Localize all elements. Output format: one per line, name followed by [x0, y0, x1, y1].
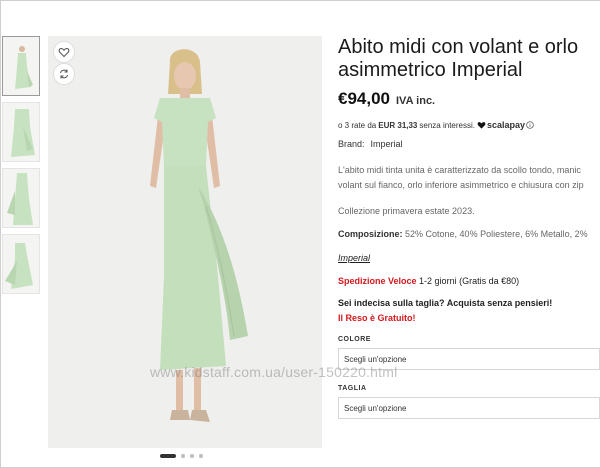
- composition-row: Composizione: 52% Cotone, 40% Poliestere…: [338, 229, 600, 239]
- product-title: Abito midi con volant e orlo asimmetrico…: [338, 36, 600, 82]
- scalapay-logo[interactable]: scalapay: [477, 120, 534, 130]
- fast-shipping-detail: 1-2 giorni (Gratis da €80): [419, 276, 520, 286]
- size-select[interactable]: Scegli un'opzione: [338, 397, 600, 419]
- composition-label: Composizione:: [338, 229, 403, 239]
- brand-row: Brand: Imperial: [338, 139, 600, 149]
- composition-value: 52% Cotone, 40% Poliestere, 6% Metallo, …: [405, 229, 588, 239]
- price-row: €94,00 IVA inc.: [338, 89, 600, 109]
- color-select-value: Scegli un'opzione: [344, 354, 407, 364]
- product-title-line2: asimmetrico Imperial: [338, 59, 523, 81]
- product-title-line1: Abito midi con volant e orlo: [338, 36, 579, 58]
- fast-shipping-label: Spedizione Veloce: [338, 276, 417, 286]
- product-price: €94,00: [338, 89, 390, 108]
- size-doubt-text: Sei indecisa sulla taglia? Acquista senz…: [338, 298, 553, 308]
- thumbnail-strip: [2, 36, 42, 300]
- brand-link[interactable]: Imperial: [338, 253, 600, 263]
- brand-label: Brand:: [338, 139, 365, 149]
- thumbnail-3[interactable]: [2, 168, 40, 228]
- thumbnail-1[interactable]: [2, 36, 40, 96]
- gallery-dot-2[interactable]: [181, 454, 185, 458]
- gallery-dot-1[interactable]: [160, 454, 176, 458]
- heart-filled-icon: [477, 122, 486, 129]
- collection-text: Collezione primavera estate 2023.: [338, 206, 475, 216]
- size-select-value: Scegli un'opzione: [344, 403, 407, 413]
- size-label: TAGLIA: [338, 385, 367, 392]
- description-line1: L'abito midi tinta unita è caratterizzat…: [338, 165, 581, 175]
- free-return-text: Il Reso è Gratuito!: [338, 313, 416, 323]
- color-select[interactable]: Scegli un'opzione: [338, 348, 600, 370]
- description-line2: volant sul fianco, orlo inferiore asimme…: [338, 180, 584, 190]
- rate-suffix: senza interessi.: [419, 120, 475, 130]
- wishlist-button[interactable]: [53, 41, 75, 63]
- vat-label: IVA inc.: [396, 95, 436, 107]
- color-label: COLORE: [338, 336, 371, 343]
- scalapay-label: scalapay: [486, 120, 526, 130]
- shipping-info: Spedizione Veloce 1-2 giorni (Gratis da …: [338, 276, 600, 286]
- thumbnail-2[interactable]: [2, 102, 40, 162]
- installment-info: o 3 rate da EUR 31,33 senza interessi. s…: [338, 120, 600, 130]
- product-info: Abito midi con volant e orlo asimmetrico…: [338, 36, 600, 419]
- compare-button[interactable]: [53, 63, 75, 85]
- gallery-dot-4[interactable]: [199, 454, 203, 458]
- info-icon[interactable]: [526, 121, 534, 129]
- heart-icon: [58, 47, 70, 58]
- product-description: L'abito midi tinta unita è caratterizzat…: [338, 163, 600, 193]
- model-photo: [48, 36, 322, 448]
- product-main-image[interactable]: [48, 36, 322, 448]
- refresh-icon: [60, 69, 68, 79]
- thumbnail-4[interactable]: [2, 234, 40, 294]
- rate-prefix: o 3 rate da: [338, 120, 377, 130]
- rate-amount: EUR 31,33: [378, 120, 418, 130]
- brand-value: Imperial: [370, 139, 403, 149]
- gallery-pagination: [160, 454, 203, 458]
- gallery-dot-3[interactable]: [190, 454, 194, 458]
